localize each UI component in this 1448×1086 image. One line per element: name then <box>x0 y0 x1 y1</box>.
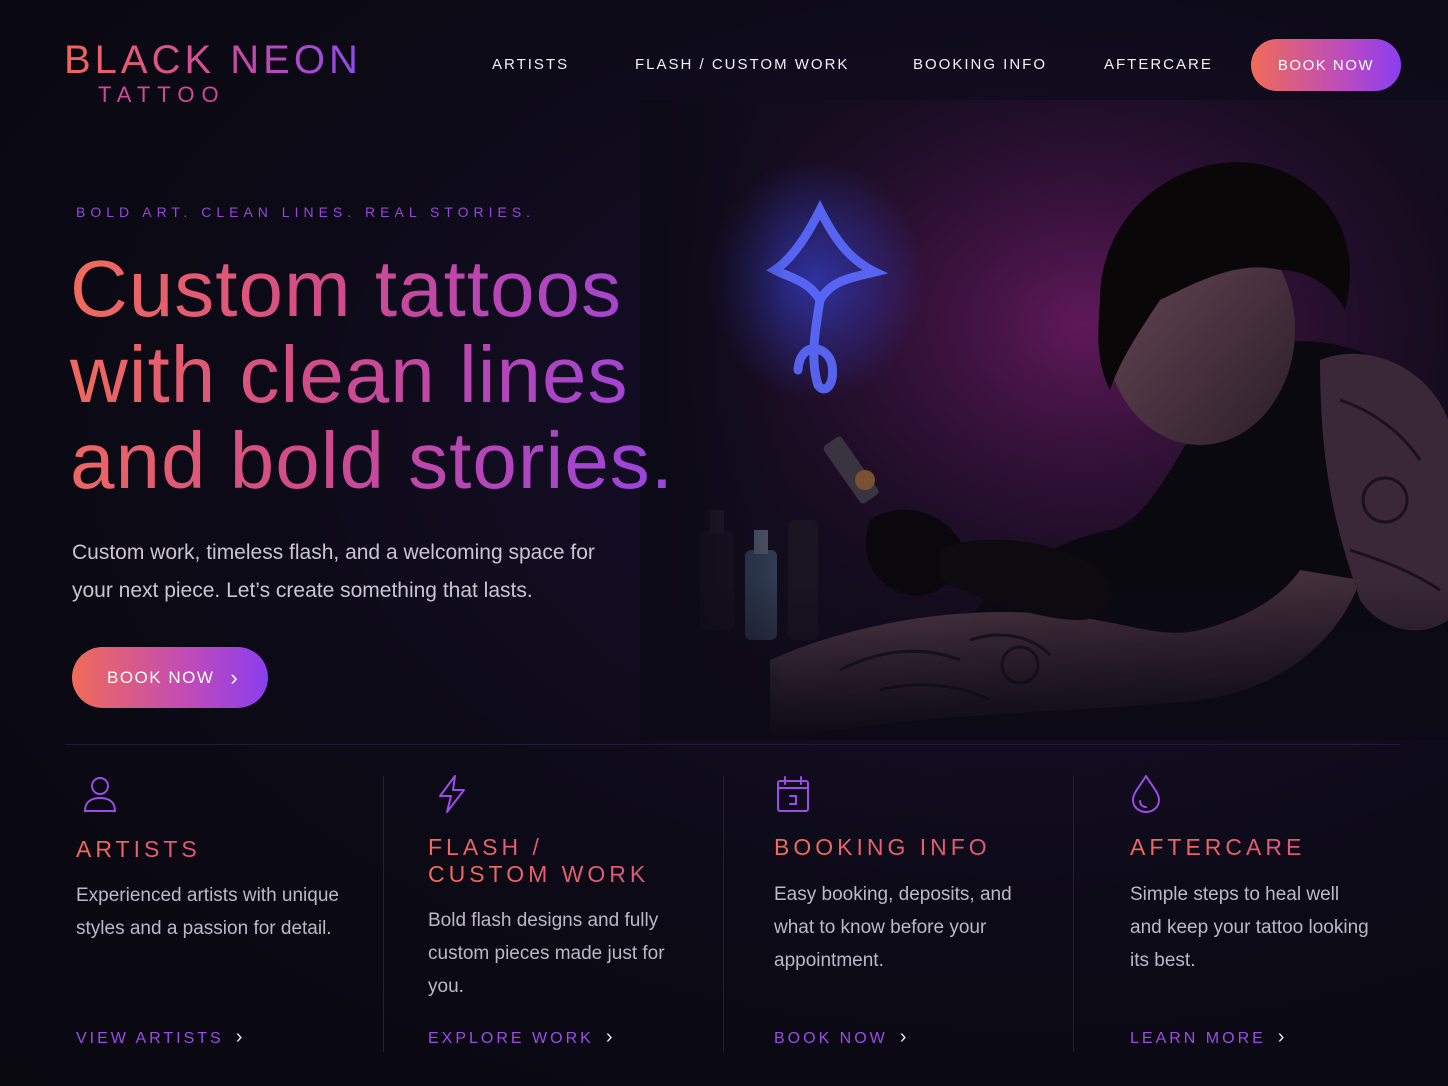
card-divider <box>1073 776 1074 1052</box>
card-title-line-2: CUSTOM WORK <box>428 861 650 887</box>
link-label: BOOK NOW <box>774 1030 888 1047</box>
brand-logo[interactable]: BLACK NEON TATTOO <box>64 38 362 108</box>
link-label: LEARN MORE <box>1130 1030 1266 1047</box>
card-text: Experienced artists with unique styles a… <box>76 885 339 939</box>
brand-name: BLACK NEON <box>64 38 362 82</box>
card-aftercare: AFTERCARE Simple steps to heal well and … <box>1130 774 1400 1064</box>
chevron-right-icon: › <box>230 664 240 690</box>
card-text: Bold flash designs and fully custom piec… <box>428 910 665 997</box>
chevron-right-icon: › <box>899 1026 910 1048</box>
card-divider <box>723 776 724 1052</box>
chevron-right-icon: › <box>235 1026 246 1048</box>
headline-line-2: with clean lines <box>70 330 629 419</box>
nav-item-aftercare[interactable]: AFTERCARE <box>1104 56 1213 73</box>
card-divider <box>383 776 384 1052</box>
card-title-line-1: FLASH / <box>428 834 543 860</box>
brand-subtitle: TATTOO <box>98 82 226 107</box>
droplet-icon <box>1130 774 1170 814</box>
link-label: VIEW ARTISTS <box>76 1030 224 1047</box>
section-divider <box>66 744 1400 745</box>
nav-item-artists[interactable]: ARTISTS <box>492 56 569 73</box>
card-text: Easy booking, deposits, and what to know… <box>774 884 1012 971</box>
nav-item-flash-custom-work[interactable]: FLASH / CUSTOM WORK <box>635 56 849 73</box>
card-booking-info: BOOKING INFO Easy booking, deposits, and… <box>774 774 1054 1064</box>
learn-more-link[interactable]: LEARN MORE › <box>1130 1026 1287 1049</box>
card-artists: ARTISTS Experienced artists with unique … <box>76 774 366 1064</box>
view-artists-link[interactable]: VIEW ARTISTS › <box>76 1026 245 1049</box>
chevron-right-icon: › <box>1277 1026 1288 1048</box>
calendar-icon <box>774 774 814 814</box>
book-now-link[interactable]: BOOK NOW › <box>774 1026 909 1049</box>
header-book-now-button[interactable]: BOOK NOW <box>1251 39 1401 91</box>
lightning-icon <box>432 774 472 814</box>
hero-headline: Custom tattoos with clean lines and bold… <box>70 246 770 504</box>
explore-work-link[interactable]: EXPLORE WORK › <box>428 1026 615 1049</box>
card-title: ARTISTS <box>76 836 201 862</box>
nav-item-booking-info[interactable]: BOOKING INFO <box>913 56 1047 73</box>
hero-description: Custom work, timeless flash, and a welco… <box>72 541 595 602</box>
hero-book-now-button[interactable]: BOOK NOW › <box>72 647 268 708</box>
hero-cta-label: BOOK NOW <box>107 667 215 687</box>
card-flash-custom-work: FLASH / CUSTOM WORK Bold flash designs a… <box>428 774 698 1064</box>
link-label: EXPLORE WORK <box>428 1030 594 1047</box>
headline-line-3: and bold stories. <box>70 416 675 505</box>
hero-eyebrow: BOLD ART. CLEAN LINES. REAL STORIES. <box>76 204 536 220</box>
card-title: BOOKING INFO <box>774 834 991 860</box>
card-text: Simple steps to heal well and keep your … <box>1130 884 1369 971</box>
card-title: AFTERCARE <box>1130 834 1306 860</box>
user-icon <box>80 774 120 814</box>
headline-line-1: Custom tattoos <box>70 244 623 333</box>
page: BLACK NEON TATTOO ARTISTS FLASH / CUSTOM… <box>0 0 1448 1086</box>
chevron-right-icon: › <box>605 1026 616 1048</box>
